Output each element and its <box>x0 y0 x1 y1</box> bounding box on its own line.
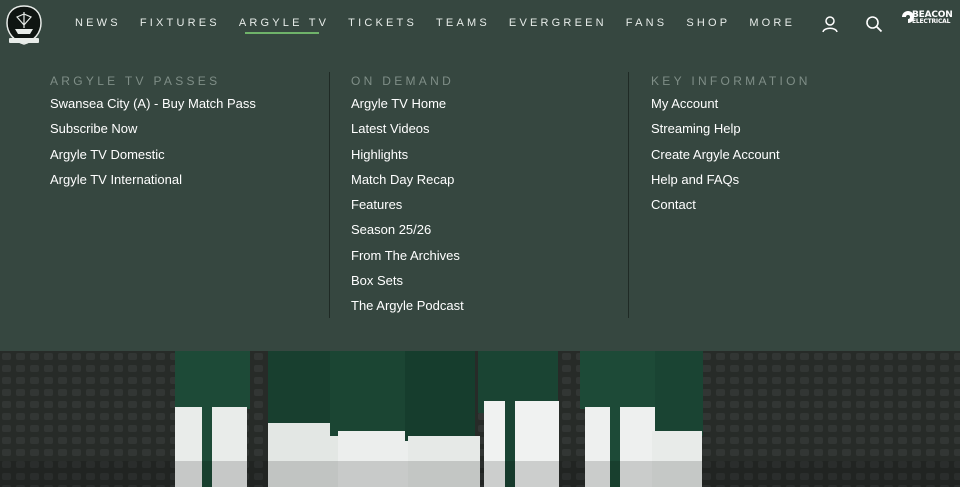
column-heading: ARGYLE TV PASSES <box>50 74 221 88</box>
menu-link[interactable]: From The Archives <box>351 247 464 272</box>
menu-column-on-demand: ON DEMAND Argyle TV Home Latest Videos H… <box>351 74 464 323</box>
nav-evergreen[interactable]: EVERGREEN <box>509 17 607 29</box>
menu-link[interactable]: Highlights <box>351 146 464 171</box>
search-icon[interactable] <box>865 15 883 33</box>
main-nav: NEWS FIXTURES ARGYLE TV TICKETS TEAMS EV… <box>75 17 814 34</box>
menu-link[interactable]: Match Day Recap <box>351 171 464 196</box>
nav-fixtures[interactable]: FIXTURES <box>140 17 220 29</box>
sponsor-line2: ELECTRICAL <box>912 18 951 25</box>
column-divider <box>329 72 330 318</box>
column-heading: KEY INFORMATION <box>651 74 811 88</box>
menu-link[interactable]: Streaming Help <box>651 120 811 145</box>
nav-news[interactable]: NEWS <box>75 17 121 29</box>
sponsor-logo[interactable]: BEACON ELECTRICAL <box>912 11 953 25</box>
menu-link[interactable]: Create Argyle Account <box>651 146 811 171</box>
club-crest-logo[interactable] <box>5 5 43 45</box>
menu-link[interactable]: Box Sets <box>351 272 464 297</box>
menu-link[interactable]: Help and FAQs <box>651 171 811 196</box>
menu-link[interactable]: Contact <box>651 196 811 221</box>
menu-link[interactable]: Swansea City (A) - Buy Match Pass <box>50 95 256 120</box>
nav-teams[interactable]: TEAMS <box>436 17 490 29</box>
nav-tickets[interactable]: TICKETS <box>348 17 417 29</box>
user-icon[interactable] <box>821 15 839 33</box>
menu-link[interactable]: Features <box>351 196 464 221</box>
menu-link[interactable]: My Account <box>651 95 811 120</box>
nav-fans[interactable]: FANS <box>626 17 668 29</box>
menu-link[interactable]: Subscribe Now <box>50 120 256 145</box>
nav-more[interactable]: MORE <box>749 17 795 29</box>
menu-link[interactable]: Latest Videos <box>351 120 464 145</box>
nav-argyle-tv[interactable]: ARGYLE TV <box>239 17 329 34</box>
menu-link[interactable]: Argyle TV Home <box>351 95 464 120</box>
menu-link[interactable]: Argyle TV Domestic <box>50 146 256 171</box>
menu-link[interactable]: Season 25/26 <box>351 221 464 246</box>
column-heading: ON DEMAND <box>351 74 455 88</box>
hero-photo <box>0 351 960 487</box>
site-header: NEWS FIXTURES ARGYLE TV TICKETS TEAMS EV… <box>0 0 960 50</box>
column-divider <box>628 72 629 318</box>
menu-column-passes: ARGYLE TV PASSES Swansea City (A) - Buy … <box>50 74 256 196</box>
menu-link[interactable]: Argyle TV International <box>50 171 256 196</box>
menu-column-key-info: KEY INFORMATION My Account Streaming Hel… <box>651 74 811 221</box>
menu-link[interactable]: The Argyle Podcast <box>351 297 464 322</box>
nav-shop[interactable]: SHOP <box>686 17 730 29</box>
